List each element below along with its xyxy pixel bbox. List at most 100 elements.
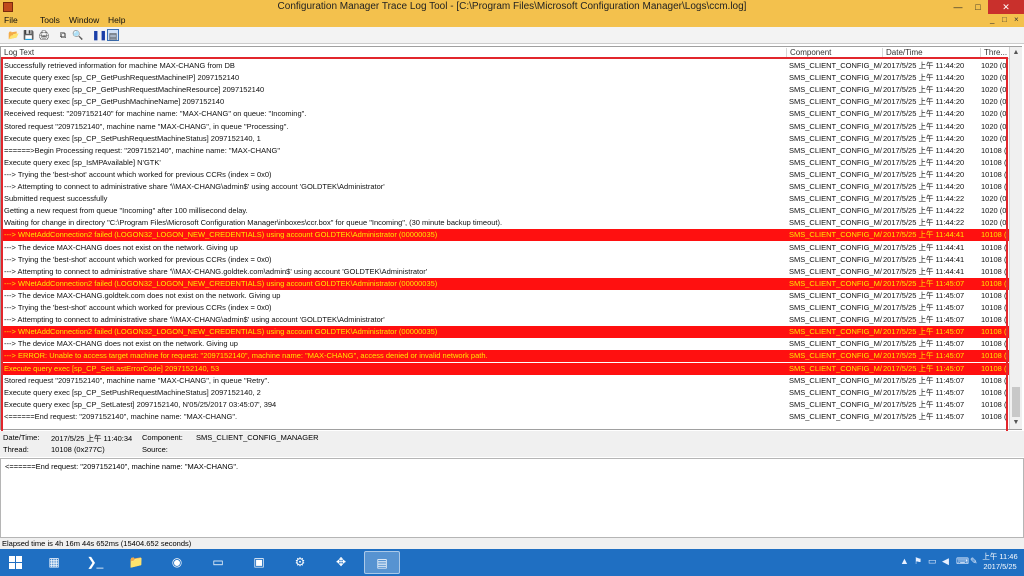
table-row[interactable]: Execute query exec [sp_CP_GetPushRequest… <box>1 84 1009 96</box>
file-explorer-icon[interactable]: 📁 <box>118 551 154 574</box>
mdi-restore-button[interactable]: □ <box>1002 15 1007 24</box>
language-icon[interactable]: ✎ <box>970 556 978 567</box>
maximize-button[interactable]: □ <box>968 0 988 14</box>
detail-text-box[interactable]: <======End request: "2097152140", machin… <box>0 458 1024 538</box>
table-row[interactable]: Execute query exec [sp_CP_SetPushRequest… <box>1 133 1009 145</box>
table-row[interactable]: Execute query exec [sp_CP_GetPushRequest… <box>1 72 1009 84</box>
log-text-cell: Waiting for change in directory "C:\Prog… <box>4 218 503 228</box>
table-row[interactable]: Execute query exec [sp_CP_SetLastErrorCo… <box>1 362 1009 375</box>
mdi-minimize-button[interactable]: _ <box>990 15 994 24</box>
keyboard-icon[interactable]: ⌨ <box>956 556 969 567</box>
component-cell: SMS_CLIENT_CONFIG_M/ <box>789 278 882 288</box>
table-row[interactable]: ---> Trying the 'best-shot' account whic… <box>1 254 1009 266</box>
trace-log-tool-icon[interactable]: ▤ <box>364 551 400 574</box>
table-row[interactable]: ---> Attempting to connect to administra… <box>1 266 1009 278</box>
component-cell: SMS_CLIENT_CONFIG_M/ <box>789 169 882 179</box>
log-text-cell: ---> WNetAddConnection2 failed (LOGON32_… <box>4 230 438 240</box>
table-row[interactable]: ---> Attempting to connect to administra… <box>1 181 1009 193</box>
settings-app-icon[interactable]: ⚙ <box>282 551 318 574</box>
menu-help[interactable]: Help <box>108 15 125 25</box>
print-icon[interactable]: 🖨 <box>38 29 50 41</box>
log-grid[interactable]: Log Text Component Date/Time Thre... Suc… <box>0 46 1022 430</box>
grid-header: Log Text Component Date/Time Thre... <box>1 47 1009 59</box>
component-cell: SMS_CLIENT_CONFIG_M/ <box>789 85 882 95</box>
server-manager-icon[interactable]: ▦ <box>36 551 72 574</box>
datetime-cell: 2017/5/25 上午 11:45:07 <box>883 315 965 325</box>
column-component[interactable]: Component <box>786 48 882 59</box>
table-row[interactable]: ---> WNetAddConnection2 failed (LOGON32_… <box>1 277 1009 290</box>
powershell-icon[interactable]: ❯_ <box>77 551 113 574</box>
table-row[interactable]: Submitted request successfully SMS_CLIENT… <box>1 193 1009 205</box>
scroll-thumb[interactable] <box>1012 387 1020 417</box>
table-row[interactable]: ---> Trying the 'best-shot' account whic… <box>1 302 1009 314</box>
thread-cell: 10108 (I <box>981 169 1009 179</box>
table-row[interactable]: ======>Begin Processing request: "209715… <box>1 145 1009 157</box>
component-cell: SMS_CLIENT_CONFIG_M/ <box>789 97 882 107</box>
thread-cell: 10108 (I <box>981 157 1009 167</box>
mdi-close-button[interactable]: × <box>1014 15 1019 24</box>
table-row[interactable]: Execute query exec [sp_CP_SetPushRequest… <box>1 387 1009 399</box>
column-date-time[interactable]: Date/Time <box>882 48 980 59</box>
details-panel: Date/Time: 2017/5/25 上午 11:40:34 Compone… <box>0 431 1024 457</box>
log-text-cell: Execute query exec [sp_CP_GetPushRequest… <box>4 85 265 95</box>
component-cell: SMS_CLIENT_CONFIG_M/ <box>789 194 882 204</box>
log-text-cell: ---> Attempting to connect to administra… <box>4 315 385 325</box>
table-row[interactable]: ---> Attempting to connect to administra… <box>1 314 1009 326</box>
table-row[interactable]: Execute query exec [sp_IsMPAvailable] N'… <box>1 157 1009 169</box>
log-text-cell: Stored request "2097152140", machine nam… <box>4 121 289 131</box>
find-icon[interactable]: 🔍 <box>72 29 84 41</box>
close-button[interactable]: ✕ <box>988 0 1024 14</box>
menu-file[interactable]: File <box>4 15 18 25</box>
table-row[interactable]: Stored request "2097152140", machine nam… <box>1 375 1009 387</box>
table-row[interactable]: Successfully retrieved information for m… <box>1 60 1009 72</box>
start-button[interactable] <box>0 549 32 576</box>
network-icon[interactable]: ▭ <box>928 556 937 567</box>
log-text-cell: Execute query exec [sp_CP_SetPushRequest… <box>4 387 261 397</box>
log-text-cell: Stored request "2097152140", machine nam… <box>4 375 270 385</box>
blank-app-icon[interactable]: ▭ <box>200 551 236 574</box>
scroll-up-icon[interactable]: ▲ <box>1010 47 1022 59</box>
clock[interactable]: 上午 11:46 2017/5/25 <box>980 552 1020 572</box>
pause-icon[interactable]: ❚❚ <box>92 29 107 41</box>
tray-chevron-icon[interactable]: ▲ <box>900 556 909 566</box>
title-bar[interactable]: Configuration Manager Trace Log Tool - [… <box>0 0 1024 14</box>
copy-icon[interactable]: ⧉ <box>57 29 69 41</box>
column-log-text[interactable]: Log Text <box>1 48 786 59</box>
column-thread[interactable]: Thre... <box>980 48 1009 59</box>
datetime-cell: 2017/5/25 上午 11:44:22 <box>883 206 965 216</box>
vertical-scrollbar[interactable]: ▲ ▼ <box>1009 47 1022 429</box>
datetime-cell: 2017/5/25 上午 11:44:20 <box>883 145 965 155</box>
save-icon[interactable]: 💾 <box>23 29 35 41</box>
menu-window[interactable]: Window <box>69 15 99 25</box>
scroll-down-icon[interactable]: ▼ <box>1010 417 1022 429</box>
table-row[interactable]: ---> The device MAX-CHANG does not exist… <box>1 338 1009 350</box>
table-row[interactable]: Execute query exec [sp_CP_GetPushMachine… <box>1 96 1009 108</box>
thread-cell: 1020 (0: <box>981 218 1009 228</box>
table-row[interactable]: Stored request "2097152140", machine nam… <box>1 121 1009 133</box>
table-row[interactable]: ---> The device MAX-CHANG.goldtek.com do… <box>1 290 1009 302</box>
view-icon[interactable]: ▤ <box>107 29 119 41</box>
table-row[interactable]: ---> The device MAX-CHANG does not exist… <box>1 242 1009 254</box>
open-icon[interactable]: 📂 <box>8 29 20 41</box>
table-row[interactable]: Getting a new request from queue "Incomi… <box>1 205 1009 217</box>
table-row[interactable]: ---> ERROR: Unable to access target mach… <box>1 350 1009 363</box>
config-manager-console-icon[interactable]: ▣ <box>241 551 277 574</box>
datetime-cell: 2017/5/25 上午 11:44:20 <box>883 73 965 83</box>
menu-tools[interactable]: Tools <box>40 15 60 25</box>
table-row[interactable]: ---> Trying the 'best-shot' account whic… <box>1 169 1009 181</box>
firefox-icon[interactable]: ◉ <box>159 551 195 574</box>
table-row[interactable]: ---> WNetAddConnection2 failed (LOGON32_… <box>1 229 1009 242</box>
table-row[interactable]: Waiting for change in directory "C:\Prog… <box>1 217 1009 229</box>
minimize-button[interactable]: — <box>948 0 968 14</box>
trace-log-window: Configuration Manager Trace Log Tool - [… <box>0 0 1024 576</box>
tools-app-icon[interactable]: ✥ <box>323 551 359 574</box>
datetime-cell: 2017/5/25 上午 11:44:41 <box>883 242 965 252</box>
flag-icon[interactable]: ⚑ <box>914 556 922 567</box>
table-row[interactable]: ---> WNetAddConnection2 failed (LOGON32_… <box>1 326 1009 339</box>
thread-cell: 10108 (I <box>981 230 1009 240</box>
table-row[interactable]: Execute query exec [sp_CP_SetLatest] 209… <box>1 399 1009 411</box>
volume-icon[interactable]: ◀ <box>942 556 949 567</box>
log-text-cell: Execute query exec [sp_CP_GetPushMachine… <box>4 97 225 107</box>
table-row[interactable]: <======End request: "2097152140", machin… <box>1 411 1009 423</box>
table-row[interactable]: Received request: "2097152140" for machi… <box>1 108 1009 120</box>
